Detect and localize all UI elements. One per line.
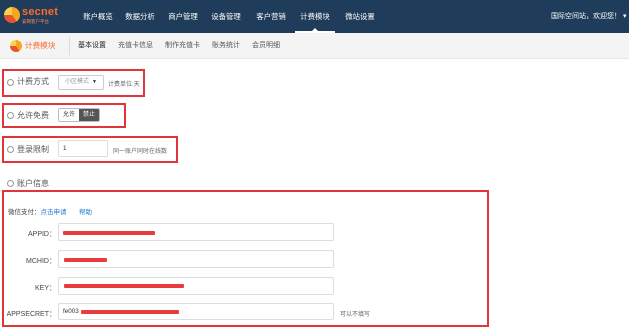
- gear-icon: [7, 112, 14, 119]
- module-header: 计费模块 基本设置 充值卡信息 制作充值卡 账务统计 会员明细: [0, 33, 629, 59]
- login-limit-input[interactable]: 1: [58, 140, 108, 157]
- nav-item-billing-module[interactable]: 计费模块: [295, 0, 335, 33]
- help-link[interactable]: 帮助: [79, 206, 92, 216]
- gear-icon: [7, 146, 14, 153]
- wechat-pay-text: 微信支付：: [8, 209, 41, 216]
- tab-basic-settings[interactable]: 基本设置: [78, 33, 106, 59]
- account-info-heading: 账户信息: [17, 179, 49, 188]
- module-title: 计费模块: [25, 41, 56, 50]
- redaction-mark: [64, 284, 184, 288]
- nav-item-data-analysis[interactable]: 数据分析: [120, 0, 160, 33]
- user-menu[interactable]: 国际空间站，欢迎您！ ▾: [551, 0, 626, 33]
- top-navigation-bar: secnet 安网客户平台 账户概览 数据分析 商户管理 设备管理 客户营销 计…: [0, 0, 629, 33]
- gear-icon: [7, 180, 14, 187]
- toggle-deny[interactable]: 禁止: [79, 109, 99, 121]
- allow-free-toggle[interactable]: 允许 禁止: [58, 108, 100, 122]
- logo-subtitle: 安网客户平台: [22, 19, 49, 24]
- logo-swirl-icon: [4, 7, 20, 23]
- nav-item-merchant-management[interactable]: 商户管理: [163, 0, 203, 33]
- redaction-mark: [81, 310, 179, 314]
- toggle-allow[interactable]: 允许: [59, 109, 79, 121]
- divider: [69, 37, 70, 55]
- login-limit-label: 登录限制: [17, 145, 49, 154]
- redaction-mark: [64, 258, 107, 262]
- nav-item-device-management[interactable]: 设备管理: [206, 0, 246, 33]
- billing-unit-hint: 计费单位:天: [108, 82, 140, 88]
- module-icon: [10, 40, 22, 52]
- tab-account-statistics[interactable]: 账务统计: [212, 33, 240, 59]
- tab-recharge-card-info[interactable]: 充值卡信息: [118, 33, 153, 59]
- key-label: KEY：: [34, 285, 56, 292]
- gear-icon: [7, 79, 14, 86]
- nav-item-microsite-settings[interactable]: 微站设置: [340, 0, 380, 33]
- login-limit-hint: 同一账户同时在线数: [113, 149, 168, 155]
- chevron-down-icon: ▼: [92, 79, 97, 85]
- mchid-label: MCHID：: [26, 258, 56, 265]
- billing-mode-value: 小区模式: [65, 79, 90, 85]
- appsecret-label: APPSECRET：: [6, 311, 56, 318]
- redaction-mark: [63, 231, 155, 235]
- apply-link[interactable]: 点击申请: [41, 209, 67, 216]
- nav-item-account-overview[interactable]: 账户概览: [78, 0, 118, 33]
- wechat-pay-label: 微信支付：点击申请: [8, 206, 67, 216]
- tab-make-recharge-card[interactable]: 制作充值卡: [165, 33, 200, 59]
- secnet-logo[interactable]: secnet 安网客户平台: [4, 5, 64, 27]
- appsecret-optional-hint: 可以不填写: [340, 312, 371, 318]
- tab-member-details[interactable]: 会员明细: [252, 33, 280, 59]
- logo-name: secnet: [22, 6, 59, 18]
- appid-label: APPID：: [27, 231, 56, 238]
- allow-free-label: 允许免费: [17, 111, 49, 120]
- billing-mode-select[interactable]: 小区模式 ▼: [58, 75, 104, 90]
- billing-method-label: 计费方式: [17, 77, 49, 86]
- nav-item-customer-marketing[interactable]: 客户营销: [251, 0, 291, 33]
